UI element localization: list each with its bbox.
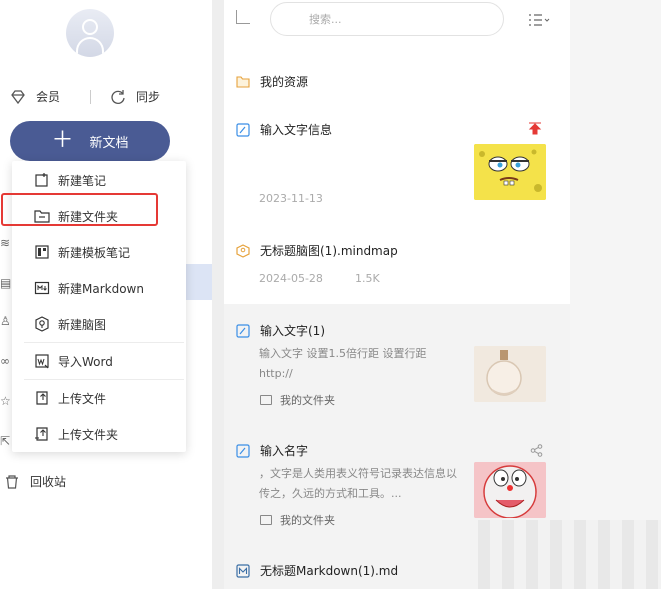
- item-title: 输入名字: [260, 444, 309, 458]
- selected-nav-item[interactable]: [185, 264, 212, 300]
- menu-item-new-markdown[interactable]: 新建Markdown: [12, 270, 186, 306]
- item-folder-label: 我的文件夹: [280, 394, 335, 407]
- document-list: 搜索... 我的资源 输入文字信息 2023-11-13 无标题脑图(1).mi…: [224, 0, 570, 589]
- pin-icon[interactable]: [528, 120, 542, 139]
- collapse-icon[interactable]: [236, 10, 250, 24]
- template-note-icon: [34, 244, 50, 260]
- upload-folder-icon: [34, 426, 50, 442]
- plus-icon: ＋: [51, 128, 74, 153]
- import-word-icon: [34, 353, 50, 369]
- panel-divider: [212, 0, 224, 589]
- list-item[interactable]: 输入文字信息 2023-11-13: [224, 118, 570, 218]
- sync-label: 同步: [136, 90, 161, 104]
- item-description: 输入文字 设置1.5倍行距 设置行距 http://: [259, 347, 427, 380]
- item-date: 2023-11-13: [259, 192, 323, 205]
- mindmap-icon: [34, 316, 50, 332]
- item-title: 无标题Markdown(1).md: [260, 564, 399, 578]
- item-title: 输入文字信息: [260, 123, 333, 137]
- watermark-blur: [478, 520, 661, 589]
- markdown-icon: [34, 280, 50, 296]
- highlight-annotation: [1, 193, 158, 226]
- item-size: 1.5K: [355, 272, 380, 285]
- member-button[interactable]: 会员: [10, 88, 60, 105]
- editor-panel: [570, 0, 661, 589]
- app-window: 会员 同步 ＋ 新文档 ≋ ▤ ♙ ∞ ☆ ⇱ 回收站 新建笔记 新建文件夹 新…: [0, 0, 661, 589]
- document-icon: [236, 443, 250, 458]
- upload-file-icon: [34, 390, 50, 406]
- search-placeholder: 搜索...: [309, 13, 342, 26]
- avatar[interactable]: [66, 9, 114, 57]
- item-thumbnail: [474, 144, 546, 200]
- item-folder-label: 我的文件夹: [280, 514, 335, 527]
- sync-button[interactable]: 同步: [110, 88, 160, 105]
- menu-item-upload-folder[interactable]: 上传文件夹: [12, 416, 186, 452]
- document-icon: [236, 122, 250, 137]
- new-document-label: 新文档: [89, 135, 129, 151]
- item-description: ，文字是人类用表义符号记录表达信息以传之，久远的方式和工具。...: [259, 467, 457, 500]
- folder-outline-icon: [260, 515, 272, 525]
- list-item[interactable]: 无标题脑图(1).mindmap 2024-05-28 1.5K: [224, 240, 570, 300]
- menu-item-upload-file[interactable]: 上传文件: [12, 380, 186, 416]
- folder-title: 我的资源: [260, 75, 309, 89]
- menu-item-label: 新建Markdown: [58, 281, 144, 296]
- menu-item-label: 新建模板笔记: [58, 245, 131, 260]
- item-title: 无标题脑图(1).mindmap: [260, 244, 398, 258]
- item-title: 输入文字(1): [260, 324, 325, 338]
- search-input[interactable]: 搜索...: [270, 2, 504, 36]
- menu-item-import-word[interactable]: 导入Word: [12, 343, 186, 379]
- member-label: 会员: [36, 90, 61, 104]
- list-item[interactable]: 输入文字(1) 输入文字 设置1.5倍行距 设置行距 http:// 我的文件夹: [224, 320, 570, 420]
- folder-outline-icon: [260, 395, 272, 405]
- menu-item-label: 上传文件夹: [58, 427, 119, 442]
- menu-item-label: 新建脑图: [58, 317, 107, 332]
- sidebar: 会员 同步 ＋ 新文档 ≋ ▤ ♙ ∞ ☆ ⇱ 回收站 新建笔记 新建文件夹 新…: [0, 0, 212, 589]
- folder-icon: [236, 74, 250, 88]
- menu-item-new-mindmap[interactable]: 新建脑图: [12, 306, 186, 342]
- item-thumbnail: [474, 462, 546, 518]
- share-icon[interactable]: [530, 442, 543, 461]
- menu-item-new-template-note[interactable]: 新建模板笔记: [12, 234, 186, 270]
- menu-item-label: 导入Word: [58, 354, 113, 369]
- item-date: 2024-05-28: [259, 272, 323, 285]
- recycle-bin-item[interactable]: 回收站: [4, 473, 66, 490]
- menu-item-label: 上传文件: [58, 391, 107, 406]
- diamond-icon: [10, 89, 26, 105]
- new-note-icon: [34, 172, 50, 188]
- markdown-file-icon: [236, 563, 250, 578]
- list-toolbar: 搜索...: [224, 0, 570, 44]
- mindmap-file-icon: [236, 243, 250, 258]
- item-folder[interactable]: 我的文件夹: [260, 392, 335, 408]
- menu-item-label: 新建笔记: [58, 173, 107, 188]
- list-view-icon[interactable]: [528, 12, 550, 26]
- list-item-folder[interactable]: 我的资源: [224, 70, 570, 94]
- item-thumbnail: [474, 346, 546, 402]
- new-document-button[interactable]: ＋ 新文档: [10, 121, 170, 161]
- recycle-bin-label: 回收站: [30, 475, 67, 489]
- document-icon: [236, 323, 250, 338]
- divider: [90, 90, 91, 104]
- trash-icon: [4, 474, 20, 490]
- sync-icon: [110, 89, 126, 105]
- item-folder[interactable]: 我的文件夹: [260, 512, 335, 528]
